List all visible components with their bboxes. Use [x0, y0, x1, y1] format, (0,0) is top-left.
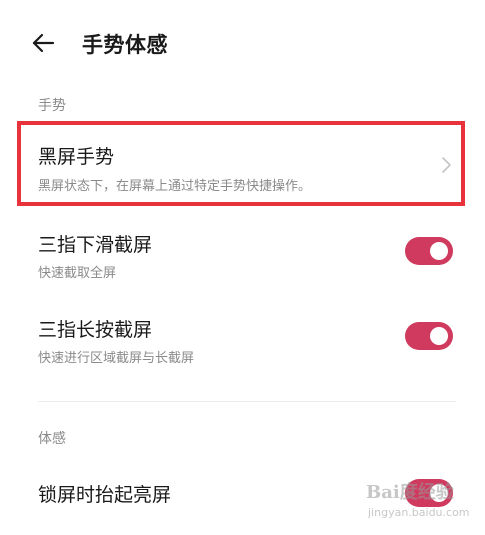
toggle-knob [430, 242, 448, 260]
page-title: 手势体感 [82, 33, 168, 57]
three-finger-swipe-title: 三指下滑截屏 [38, 234, 153, 256]
three-finger-swipe-screenshot-item[interactable]: 三指下滑截屏 快速截取全屏 [0, 220, 485, 290]
highlight-annotation-box [17, 121, 465, 206]
toggle-knob [430, 327, 448, 345]
top-app-bar: 手势体感 [0, 18, 485, 68]
watermark-url: jingyan.baidu.com [368, 506, 470, 519]
three-finger-swipe-toggle[interactable] [405, 237, 453, 265]
three-finger-hold-screenshot-item[interactable]: 三指长按截屏 快速进行区域截屏与长截屏 [0, 305, 485, 375]
raise-to-wake-title: 锁屏时抬起亮屏 [38, 484, 172, 506]
three-finger-hold-toggle[interactable] [405, 322, 453, 350]
baidu-jingyan-watermark: Bai度经验 jingyan.baidu.com [366, 474, 476, 528]
three-finger-hold-desc: 快速进行区域截屏与长截屏 [38, 351, 195, 366]
three-finger-hold-title: 三指长按截屏 [38, 319, 153, 341]
gesture-settings-page: 手势体感 手势 黑屏手势 黑屏状态下，在屏幕上通过特定手势快捷操作。 三指下滑截… [0, 0, 485, 535]
section-header-feel: 体感 [38, 431, 66, 447]
section-header-gesture: 手势 [38, 98, 66, 114]
watermark-logo: Bai度经验 [366, 482, 454, 503]
section-divider [38, 401, 456, 402]
three-finger-swipe-desc: 快速截取全屏 [38, 266, 117, 281]
arrow-left-icon[interactable] [30, 30, 56, 56]
